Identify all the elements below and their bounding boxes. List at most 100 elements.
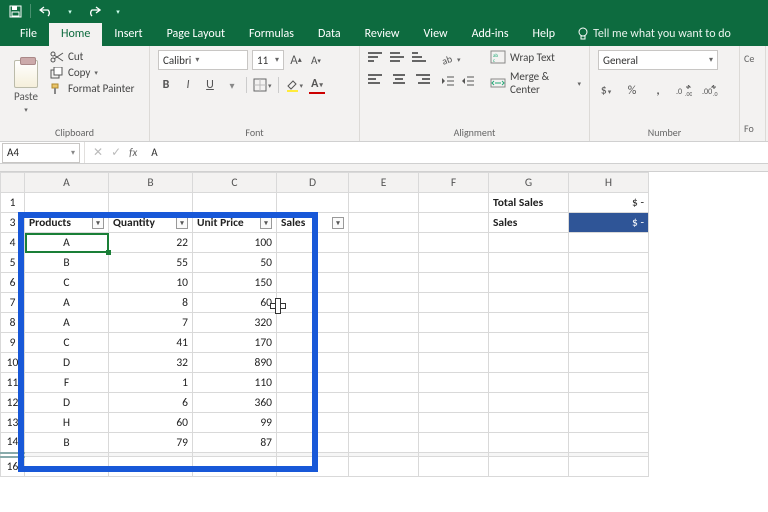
cell-product[interactable]: B: [25, 433, 109, 453]
cell[interactable]: [25, 457, 109, 477]
cell-product[interactable]: D: [25, 393, 109, 413]
merge-center-button[interactable]: Merge & Center ▾: [490, 70, 581, 96]
cell[interactable]: [489, 457, 569, 477]
cell[interactable]: [419, 373, 489, 393]
cell-quantity[interactable]: 79: [109, 433, 193, 453]
cell[interactable]: [277, 233, 349, 253]
undo-icon[interactable]: [37, 2, 55, 20]
number-format-combo[interactable]: General▾: [598, 50, 718, 70]
cell[interactable]: [569, 333, 649, 353]
cell[interactable]: [419, 313, 489, 333]
cell[interactable]: [419, 457, 489, 477]
cell[interactable]: [277, 253, 349, 273]
tab-formulas[interactable]: Formulas: [237, 23, 306, 46]
align-middle-button[interactable]: [390, 50, 408, 64]
cell[interactable]: [419, 393, 489, 413]
cell-quantity[interactable]: 32: [109, 353, 193, 373]
cell-quantity[interactable]: 10: [109, 273, 193, 293]
tab-review[interactable]: Review: [353, 23, 412, 46]
cut-button[interactable]: Cut: [50, 50, 134, 63]
cell-sales-value[interactable]: $ -: [569, 213, 649, 233]
align-bottom-button[interactable]: [412, 50, 430, 64]
row-header[interactable]: 7: [1, 293, 25, 313]
cell[interactable]: [25, 193, 109, 213]
cell[interactable]: [277, 353, 349, 373]
cell-product[interactable]: A: [25, 293, 109, 313]
cell[interactable]: [277, 293, 349, 313]
cell[interactable]: [569, 393, 649, 413]
redo-icon[interactable]: [85, 2, 103, 20]
cell[interactable]: [489, 313, 569, 333]
cell[interactable]: [349, 393, 419, 413]
cell[interactable]: [419, 353, 489, 373]
row-header[interactable]: 4: [1, 233, 25, 253]
format-painter-button[interactable]: Format Painter: [50, 82, 134, 95]
customize-qat-icon[interactable]: ▾: [109, 2, 127, 20]
cell[interactable]: [419, 413, 489, 433]
cell[interactable]: [419, 253, 489, 273]
cell[interactable]: [569, 413, 649, 433]
borders-button[interactable]: ▾: [253, 76, 272, 94]
cell[interactable]: [349, 293, 419, 313]
col-header-A[interactable]: A: [25, 173, 109, 193]
cell[interactable]: [419, 293, 489, 313]
cell[interactable]: [419, 193, 489, 213]
cell[interactable]: [489, 253, 569, 273]
cell-unit-price[interactable]: 60: [193, 293, 277, 313]
font-size-combo[interactable]: 11▾: [252, 50, 284, 70]
cell-quantity[interactable]: 8: [109, 293, 193, 313]
italic-button[interactable]: I: [180, 76, 196, 94]
tab-file[interactable]: File: [8, 23, 49, 46]
cell[interactable]: [569, 433, 649, 453]
select-all-corner[interactable]: [1, 173, 25, 193]
name-box[interactable]: A4 ▾: [2, 143, 80, 163]
cell-quantity[interactable]: 41: [109, 333, 193, 353]
cell-quantity[interactable]: 6: [109, 393, 193, 413]
tab-page-layout[interactable]: Page Layout: [155, 23, 237, 46]
cell-unit-price[interactable]: 360: [193, 393, 277, 413]
undo-more-icon[interactable]: ▾: [61, 2, 79, 20]
column-headers[interactable]: A B C D E F G H: [1, 173, 649, 193]
cell-product[interactable]: A: [25, 233, 109, 253]
cell[interactable]: [349, 373, 419, 393]
cell[interactable]: [569, 293, 649, 313]
cell-unit-price[interactable]: 890: [193, 353, 277, 373]
cell[interactable]: [277, 273, 349, 293]
wrap-text-button[interactable]: abc Wrap Text: [490, 50, 581, 64]
cell-sales-label[interactable]: Sales: [489, 213, 569, 233]
font-name-combo[interactable]: Calibri▾: [158, 50, 248, 70]
orientation-button[interactable]: ab▾: [440, 50, 461, 68]
cell-quantity[interactable]: 60: [109, 413, 193, 433]
underline-button[interactable]: U: [202, 76, 218, 94]
cell-unit-price[interactable]: 50: [193, 253, 277, 273]
row-header[interactable]: 8: [1, 313, 25, 333]
row-header[interactable]: 11: [1, 373, 25, 393]
row-header[interactable]: 14: [1, 433, 25, 453]
save-icon[interactable]: [6, 2, 24, 20]
cell-product[interactable]: C: [25, 273, 109, 293]
cell-total-sales-label[interactable]: Total Sales: [489, 193, 569, 213]
font-color-button[interactable]: A▾: [309, 76, 325, 94]
cell[interactable]: [109, 193, 193, 213]
cell[interactable]: [419, 213, 489, 233]
cell[interactable]: [489, 433, 569, 453]
tab-home[interactable]: Home: [49, 23, 102, 46]
row-header[interactable]: 12: [1, 393, 25, 413]
col-header-E[interactable]: E: [349, 173, 419, 193]
cell[interactable]: [569, 253, 649, 273]
comma-format-button[interactable]: ,: [650, 82, 666, 100]
cell-unit-price[interactable]: 150: [193, 273, 277, 293]
cell[interactable]: [349, 233, 419, 253]
increase-font-icon[interactable]: A▴: [288, 51, 304, 69]
row-header[interactable]: 16: [1, 457, 25, 477]
cell[interactable]: [349, 353, 419, 373]
cell[interactable]: [349, 213, 419, 233]
formula-input[interactable]: A: [145, 146, 768, 159]
cell[interactable]: [489, 393, 569, 413]
cell[interactable]: [569, 233, 649, 253]
cell[interactable]: [419, 333, 489, 353]
cell[interactable]: [569, 273, 649, 293]
align-right-button[interactable]: [412, 72, 430, 86]
increase-decimal-button[interactable]: .0.00: [676, 82, 692, 100]
cell-unit-price[interactable]: 320: [193, 313, 277, 333]
